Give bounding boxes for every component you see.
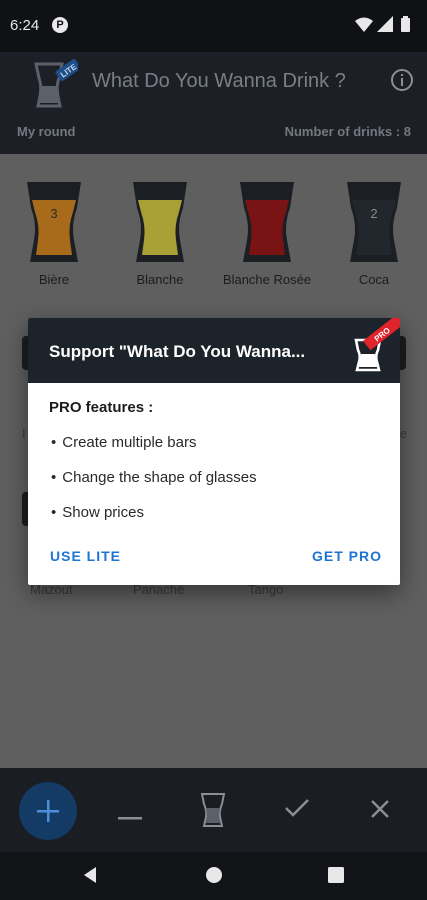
beer-glass-icon [133, 182, 187, 262]
dialog-title: Support "What Do You Wanna... [49, 342, 306, 361]
minus-button[interactable] [118, 808, 142, 826]
drink-item-blanche-rosee[interactable]: Blanche Rosée [217, 178, 317, 287]
home-icon [206, 867, 222, 883]
beer-glass-icon [240, 182, 294, 262]
drink-label: Coca [358, 272, 390, 287]
drink-item-blanche[interactable]: Blanche [110, 178, 210, 287]
svg-text:3: 3 [50, 206, 57, 221]
bullet: • [51, 434, 57, 451]
notification-badge-icon: P [52, 17, 68, 33]
app-bar: LITE What Do You Wanna Drink ? My round … [0, 52, 427, 154]
svg-text:2: 2 [370, 206, 377, 221]
bottom-action-bar [0, 768, 427, 852]
battery-icon [401, 16, 410, 32]
wifi-icon [355, 17, 373, 32]
back-icon [84, 867, 96, 883]
bullet: • [51, 504, 57, 521]
home-button[interactable] [205, 866, 223, 889]
feature-label: Create multiple bars [62, 434, 197, 451]
partial-label-right: e [400, 426, 408, 441]
recents-button[interactable] [328, 867, 344, 888]
bullet: • [51, 469, 57, 486]
feature-label: Change the shape of glasses [62, 469, 257, 486]
recents-icon [328, 867, 344, 883]
partial-label-left: I [22, 426, 26, 441]
glass-icon [200, 793, 226, 827]
get-pro-button[interactable]: GET PRO [312, 548, 382, 564]
minus-icon [118, 817, 142, 820]
drink-label: Blanche Rosée [222, 272, 312, 287]
my-round-label: My round [17, 124, 76, 139]
add-icon [37, 800, 59, 822]
signal-icon [377, 16, 393, 32]
system-nav-bar [0, 852, 427, 900]
status-icons [355, 16, 417, 39]
status-time: 6:24 [10, 17, 40, 34]
close-icon [371, 800, 389, 818]
add-button[interactable] [19, 782, 77, 840]
drink-item-biere[interactable]: 3 Bière [4, 178, 104, 287]
back-button[interactable] [82, 866, 98, 889]
feature-item: • Show prices [51, 504, 144, 521]
drink-label: Blanche [136, 272, 184, 287]
feature-item: • Change the shape of glasses [51, 469, 257, 486]
validate-button[interactable] [284, 798, 310, 823]
glass-button[interactable] [200, 792, 226, 833]
check-icon [285, 799, 309, 817]
drink-item-coca[interactable]: 2 Coca [324, 178, 424, 287]
app-title: What Do You Wanna Drink ? [92, 70, 346, 92]
beer-glass-icon: 2 [347, 182, 401, 262]
drink-count-label: Number of drinks : 8 [284, 124, 411, 139]
status-bar: 6:24 P [0, 0, 427, 52]
use-lite-button[interactable]: USE LITE [50, 548, 121, 564]
app-logo-icon: LITE [32, 56, 81, 117]
clear-button[interactable] [370, 799, 390, 824]
feature-label: Show prices [62, 504, 144, 521]
feature-item: • Create multiple bars [51, 434, 197, 451]
dialog-header: Support "What Do You Wanna... PRO [28, 318, 400, 383]
info-icon[interactable] [390, 68, 414, 97]
support-dialog: Support "What Do You Wanna... PRO PRO fe… [28, 318, 400, 585]
pro-logo-icon: PRO [350, 318, 400, 381]
pro-features-heading: PRO features : [49, 399, 154, 416]
beer-glass-icon: 3 [27, 182, 81, 262]
drink-label: Bière [38, 272, 70, 287]
